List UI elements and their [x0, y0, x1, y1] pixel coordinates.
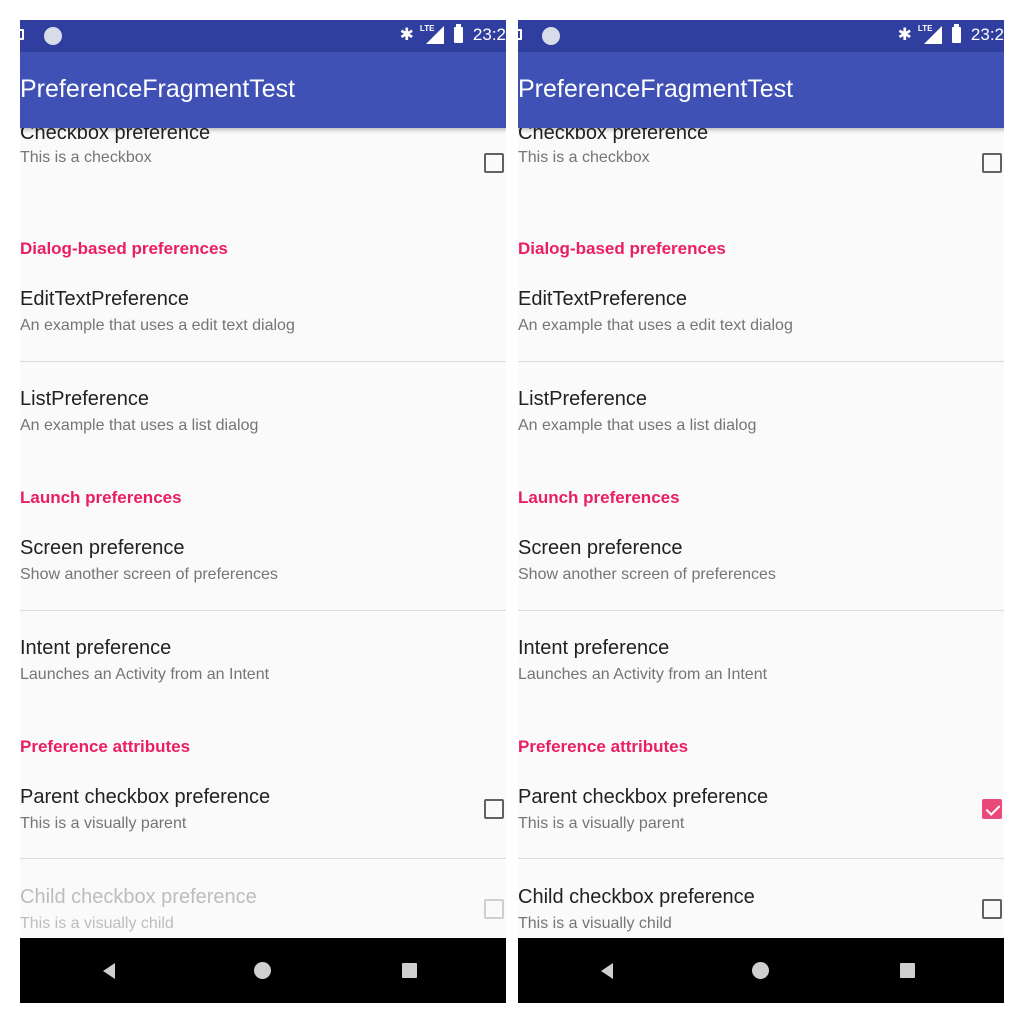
divider	[20, 610, 506, 611]
pref-summary: Launches an Activity from an Intent	[20, 666, 270, 683]
divider	[518, 858, 1004, 859]
pref-summary: Show another screen of preferences	[20, 566, 278, 583]
recents-icon[interactable]	[900, 963, 915, 978]
pref-title: Intent preference	[518, 637, 670, 659]
pref-title: Screen preference	[518, 537, 683, 559]
pref-summary: An example that uses a list dialog	[20, 417, 259, 434]
category-launch: Launch preferences	[518, 488, 680, 507]
pref-title: ListPreference	[518, 388, 647, 410]
pref-summary: This is a visually child	[20, 915, 174, 932]
pref-title: Parent checkbox preference	[518, 786, 769, 808]
pref-summary: This is a checkbox	[20, 149, 152, 166]
pref-title: Parent checkbox preference	[20, 786, 271, 808]
battery-icon	[453, 24, 463, 43]
navigation-bar	[20, 938, 506, 1003]
bluetooth-icon: ✱	[897, 25, 912, 44]
lte-signal-icon: LTE	[420, 24, 444, 44]
app-bar: PreferenceFragmentTest	[518, 52, 1004, 128]
pref-title: Child checkbox preference	[518, 886, 755, 908]
navigation-bar	[518, 938, 1004, 1003]
app-bar: PreferenceFragmentTest	[20, 52, 506, 128]
back-icon[interactable]	[601, 963, 613, 979]
status-bar: ✱ LTE 23:2	[518, 20, 1004, 52]
pref-title: EditTextPreference	[20, 288, 189, 310]
parent-checkbox[interactable]	[484, 799, 504, 819]
pref-title: ListPreference	[20, 388, 149, 410]
category-dialog-based: Dialog-based preferences	[518, 239, 726, 258]
pref-summary: This is a visually parent	[20, 815, 187, 832]
pref-summary: An example that uses a edit text dialog	[518, 317, 793, 334]
bluetooth-icon: ✱	[399, 25, 414, 44]
status-time: 23:2	[472, 25, 506, 44]
category-dialog-based: Dialog-based preferences	[20, 239, 228, 258]
divider	[518, 610, 1004, 611]
preference-list[interactable]: Checkbox preference This is a checkbox D…	[20, 128, 506, 938]
app-title: PreferenceFragmentTest	[20, 75, 296, 103]
picture-icon	[518, 29, 522, 40]
pref-summary: Launches an Activity from an Intent	[518, 666, 768, 683]
status-time: 23:2	[970, 25, 1004, 44]
back-icon[interactable]	[103, 963, 115, 979]
pref-summary: An example that uses a list dialog	[518, 417, 757, 434]
pref-title: Checkbox preference	[518, 128, 709, 144]
child-checkbox[interactable]	[982, 899, 1002, 919]
divider	[20, 361, 506, 362]
category-attributes: Preference attributes	[518, 737, 689, 756]
category-attributes: Preference attributes	[20, 737, 191, 756]
notification-dot-icon	[542, 27, 560, 45]
category-launch: Launch preferences	[20, 488, 182, 507]
pref-summary: Show another screen of preferences	[518, 566, 776, 583]
battery-icon	[951, 24, 961, 43]
recents-icon[interactable]	[402, 963, 417, 978]
lte-signal-icon: LTE	[918, 24, 942, 44]
divider	[518, 361, 1004, 362]
divider	[20, 858, 506, 859]
checkbox[interactable]	[982, 153, 1002, 173]
parent-checkbox[interactable]	[982, 799, 1002, 819]
status-bar: ✱ LTE 23:2	[20, 20, 506, 52]
screen-right-parent-checked: ✱ LTE 23:2 PreferenceFragmentTest Checkb…	[518, 20, 1004, 1003]
pref-title: EditTextPreference	[518, 288, 687, 310]
pref-title: Screen preference	[20, 537, 185, 559]
home-icon[interactable]	[254, 962, 271, 979]
pref-title: Checkbox preference	[20, 128, 211, 144]
picture-icon	[20, 29, 24, 40]
pref-summary: This is a checkbox	[518, 149, 650, 166]
notification-dot-icon	[44, 27, 62, 45]
screen-left-parent-unchecked: ✱ LTE 23:2 PreferenceFragmentTest Checkb…	[20, 20, 506, 1003]
home-icon[interactable]	[752, 962, 769, 979]
pref-summary: This is a visually child	[518, 915, 672, 932]
preference-list[interactable]: Checkbox preference This is a checkbox D…	[518, 128, 1004, 938]
pref-title: Intent preference	[20, 637, 172, 659]
child-checkbox[interactable]	[484, 899, 504, 919]
checkbox[interactable]	[484, 153, 504, 173]
pref-summary: This is a visually parent	[518, 815, 685, 832]
app-title: PreferenceFragmentTest	[518, 75, 794, 103]
pref-title: Child checkbox preference	[20, 886, 257, 908]
pref-summary: An example that uses a edit text dialog	[20, 317, 295, 334]
